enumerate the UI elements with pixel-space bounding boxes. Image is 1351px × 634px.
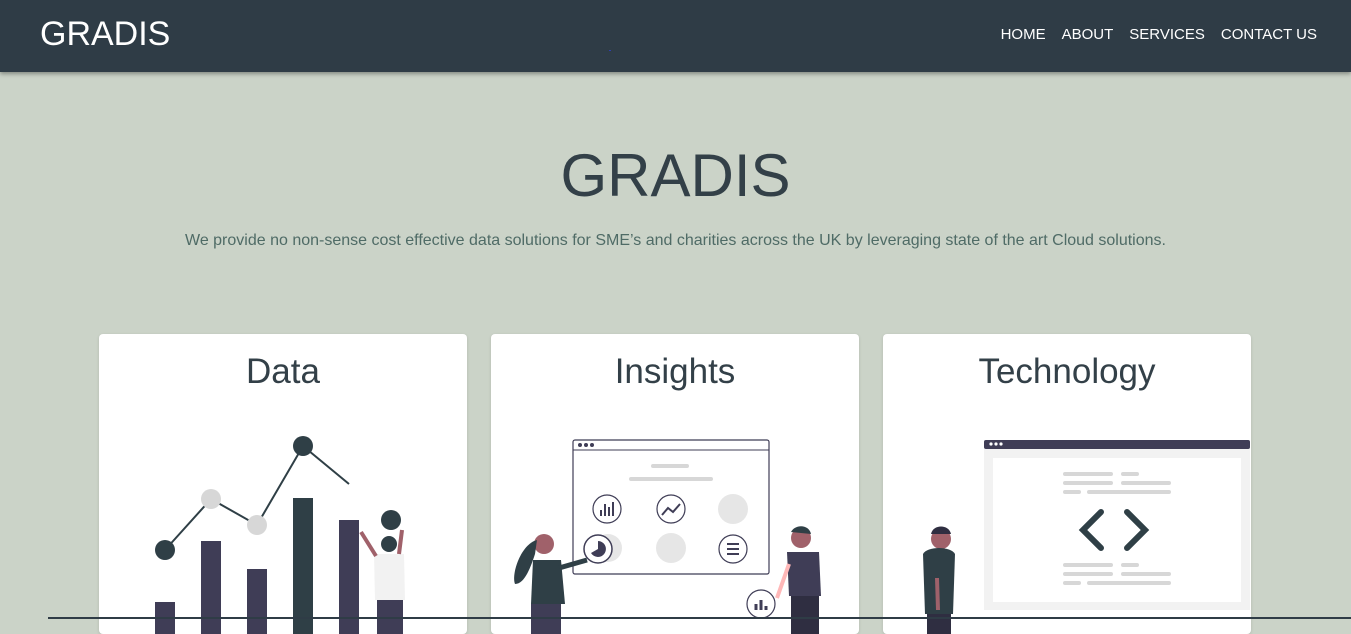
nav-links: HOME ABOUT SERVICES CONTACT US <box>985 27 1317 43</box>
hero-subtitle: We provide no non-sense cost effective d… <box>185 232 1166 249</box>
dashboard-icon <box>514 439 821 634</box>
data-chart-icon <box>155 436 405 634</box>
nav-dot <box>609 50 611 51</box>
code-window-icon <box>923 440 1250 634</box>
card-data: Data <box>99 334 467 634</box>
nav-home-link[interactable]: HOME <box>1001 27 1046 43</box>
nav-about-link[interactable]: ABOUT <box>1062 27 1114 43</box>
navbar: GRADIS HOME ABOUT SERVICES CONTACT US <box>0 0 1351 72</box>
hero-title: GRADIS <box>560 142 791 209</box>
card-technology: Technology <box>883 334 1251 634</box>
nav-services-link[interactable]: SERVICES <box>1129 27 1205 43</box>
card-insights: Insights <box>491 334 859 634</box>
nav-contact-link[interactable]: CONTACT US <box>1221 27 1317 43</box>
brand-logo[interactable]: GRADIS <box>40 15 170 53</box>
